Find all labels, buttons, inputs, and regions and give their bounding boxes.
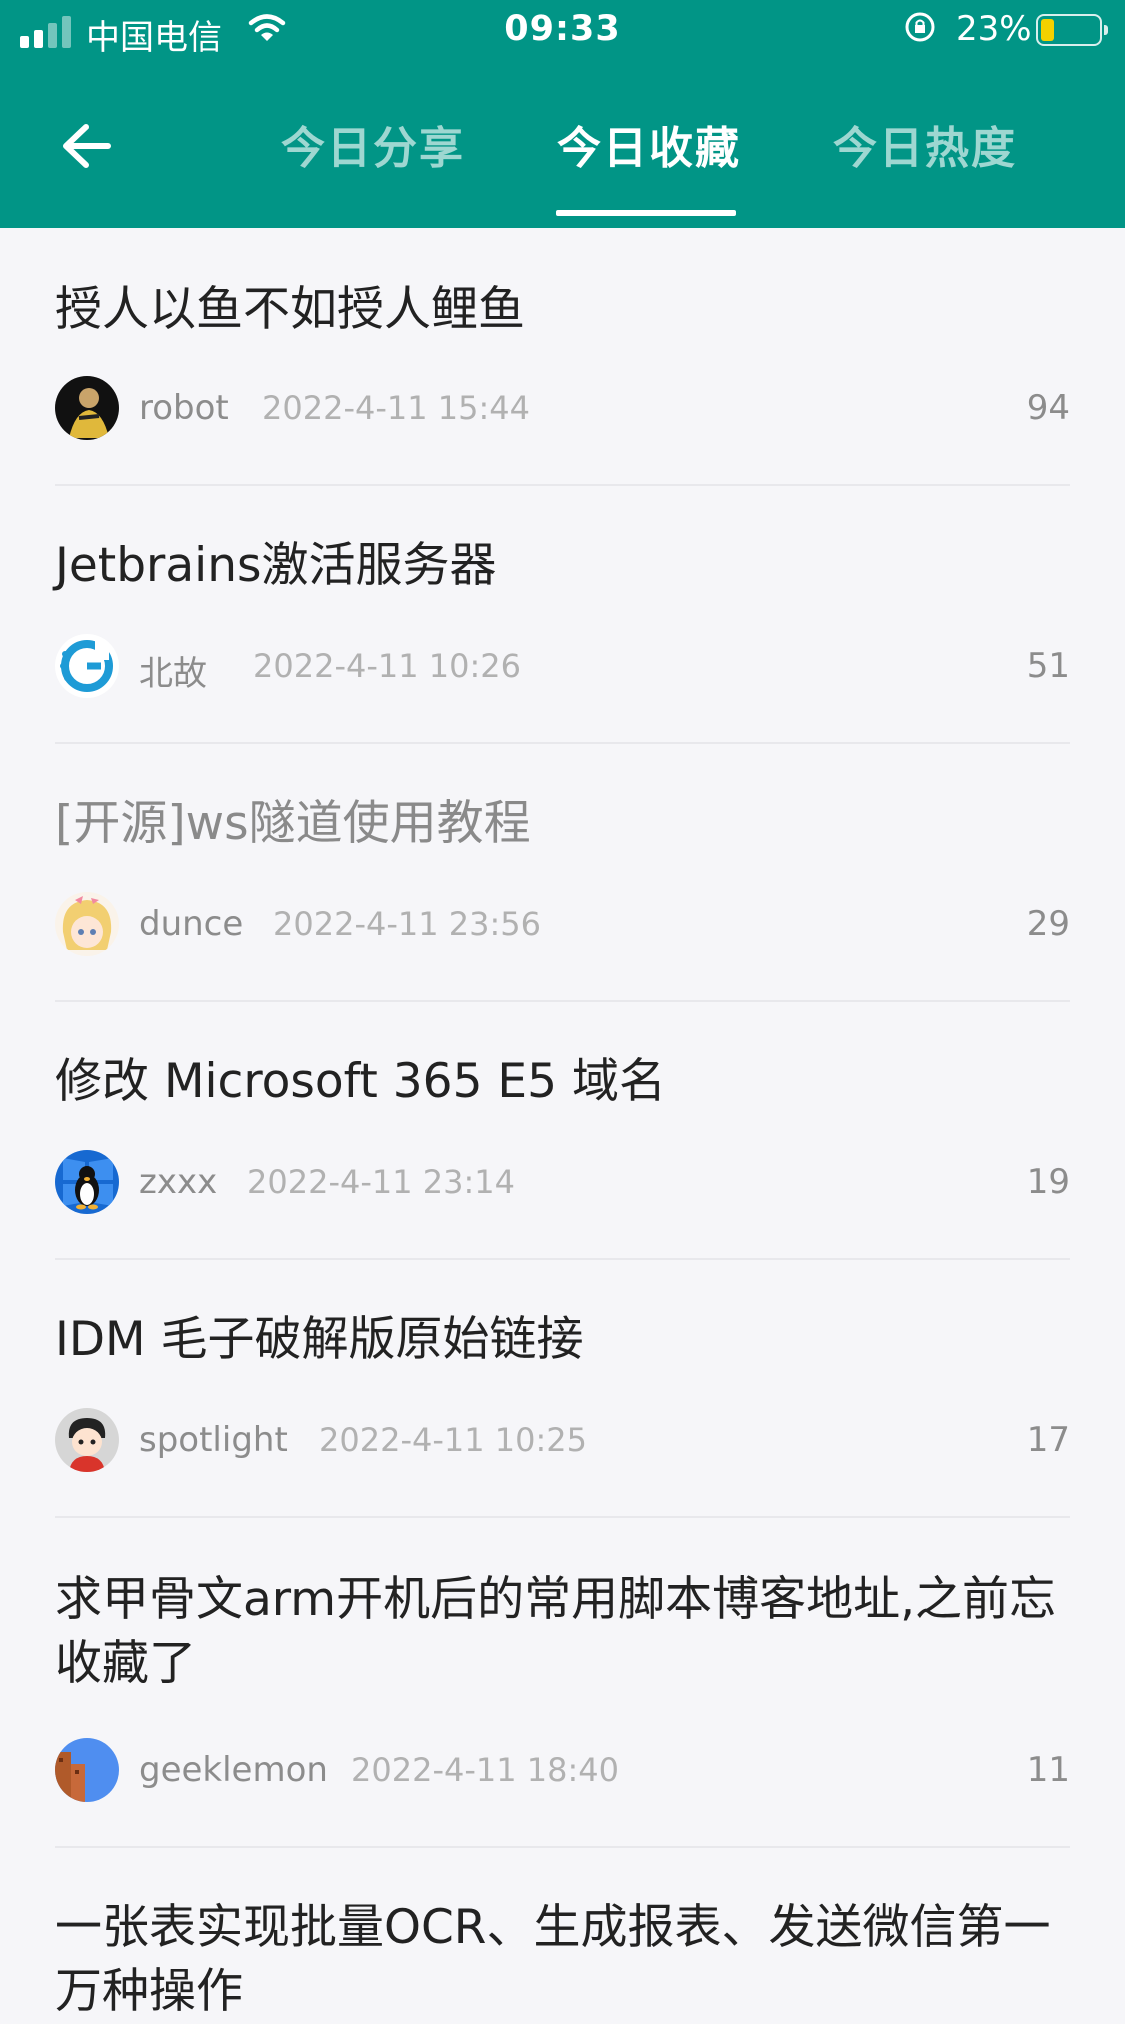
post-item[interactable]: 一张表实现批量OCR、生成报表、发送微信第一万种操作 — [55, 1846, 1070, 2019]
avatar[interactable] — [55, 1150, 119, 1214]
status-bar: 中国电信 09:33 23% — [0, 0, 1125, 64]
post-meta: spotlight 2022-4-11 10:25 17 — [55, 1408, 1070, 1474]
post-title[interactable]: Jetbrains激活服务器 — [55, 534, 1070, 598]
battery-icon — [1036, 14, 1108, 46]
post-title[interactable]: 一张表实现批量OCR、生成报表、发送微信第一万种操作 — [55, 1896, 1070, 2024]
tab-today-hot[interactable]: 今日热度 — [833, 112, 1017, 176]
post-time: 2022-4-11 23:14 — [247, 1163, 515, 1201]
post-item[interactable]: Jetbrains激活服务器 北故 2022-4-11 10:26 51 — [55, 484, 1070, 744]
avatar[interactable] — [55, 376, 119, 440]
avatar[interactable] — [55, 634, 119, 698]
post-favorite-count: 94 — [1026, 388, 1070, 428]
post-time: 2022-4-11 18:40 — [351, 1751, 619, 1789]
post-favorite-count: 17 — [1026, 1420, 1070, 1460]
post-author[interactable]: zxxx — [139, 1162, 217, 1202]
post-meta: robot 2022-4-11 15:44 94 — [55, 376, 1070, 442]
avatar[interactable] — [55, 892, 119, 956]
post-meta: 北故 2022-4-11 10:26 51 — [55, 634, 1070, 700]
post-item[interactable]: [开源]ws隧道使用教程 dunce 2022-4-11 23:56 29 — [55, 742, 1070, 1002]
tab-today-favorites[interactable]: 今日收藏 — [557, 112, 741, 176]
post-time: 2022-4-11 23:56 — [273, 905, 541, 943]
post-item[interactable]: 授人以鱼不如授人鲤鱼 robot 2022-4-11 15:44 94 — [55, 228, 1070, 486]
post-author[interactable]: geeklemon — [139, 1750, 328, 1790]
tab-today-share[interactable]: 今日分享 — [281, 112, 465, 176]
post-title[interactable]: [开源]ws隧道使用教程 — [55, 792, 1070, 856]
rotation-lock-icon — [905, 12, 935, 42]
post-favorite-count: 29 — [1026, 904, 1070, 944]
back-arrow-icon[interactable] — [56, 116, 116, 176]
post-author[interactable]: 北故 — [139, 646, 207, 695]
post-favorite-count: 11 — [1026, 1750, 1070, 1790]
post-favorite-count: 19 — [1026, 1162, 1070, 1202]
post-author[interactable]: spotlight — [139, 1420, 288, 1460]
post-item[interactable]: IDM 毛子破解版原始链接 spotlight 2022-4-11 10:25 … — [55, 1258, 1070, 1518]
post-time: 2022-4-11 10:25 — [319, 1421, 587, 1459]
post-meta: dunce 2022-4-11 23:56 29 — [55, 892, 1070, 958]
top-bar: 中国电信 09:33 23% 今日分享 今日收藏 今日热度 — [0, 0, 1125, 228]
post-item[interactable]: 修改 Microsoft 365 E5 域名 zxxx 2022-4-11 23… — [55, 1000, 1070, 1260]
post-title[interactable]: IDM 毛子破解版原始链接 — [55, 1308, 1070, 1372]
avatar[interactable] — [55, 1738, 119, 1802]
post-title[interactable]: 求甲骨文arm开机后的常用脚本博客地址,之前忘收藏了 — [55, 1568, 1070, 1696]
post-title[interactable]: 修改 Microsoft 365 E5 域名 — [55, 1050, 1070, 1114]
post-item[interactable]: 求甲骨文arm开机后的常用脚本博客地址,之前忘收藏了 geeklemon 202… — [55, 1516, 1070, 1848]
post-title[interactable]: 授人以鱼不如授人鲤鱼 — [55, 278, 1070, 342]
post-time: 2022-4-11 10:26 — [253, 647, 521, 685]
post-author[interactable]: robot — [139, 388, 229, 428]
active-tab-indicator — [556, 210, 736, 216]
post-favorite-count: 51 — [1026, 646, 1070, 686]
post-author[interactable]: dunce — [139, 904, 243, 944]
post-meta: geeklemon 2022-4-11 18:40 11 — [55, 1738, 1070, 1804]
battery-percent: 23% — [956, 9, 1032, 49]
post-time: 2022-4-11 15:44 — [262, 389, 530, 427]
post-meta: zxxx 2022-4-11 23:14 19 — [55, 1150, 1070, 1216]
avatar[interactable] — [55, 1408, 119, 1472]
